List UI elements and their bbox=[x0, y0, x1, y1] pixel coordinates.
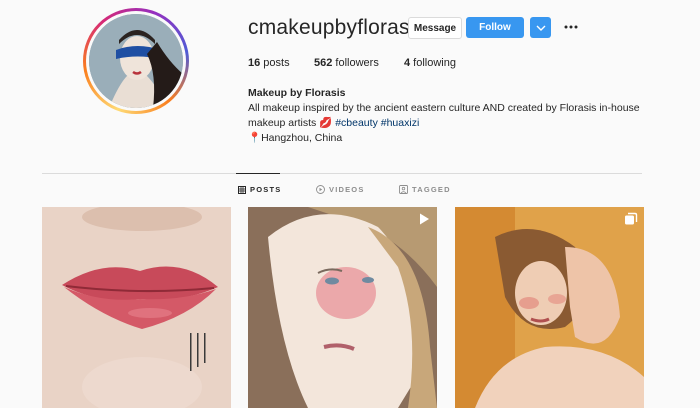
followers-count-value: 562 bbox=[314, 57, 333, 69]
grid-icon bbox=[238, 185, 246, 194]
avatar-photo bbox=[89, 14, 183, 108]
tagged-icon bbox=[399, 185, 408, 194]
bio-text-line: makeup artists 💋 #cbeauty #huaxizi bbox=[248, 116, 419, 131]
play-icon bbox=[420, 213, 429, 225]
more-options-button[interactable] bbox=[562, 18, 580, 36]
post-image bbox=[248, 207, 437, 408]
post-thumbnail[interactable] bbox=[248, 207, 437, 408]
post-image bbox=[42, 207, 231, 408]
avatar-ring[interactable] bbox=[83, 8, 189, 114]
more-options-icon bbox=[564, 25, 578, 29]
location-text: Hangzhou, China bbox=[261, 132, 343, 144]
multiple-images-icon bbox=[625, 212, 638, 225]
hashtag-link[interactable]: #huaxizi bbox=[381, 117, 420, 129]
tab-tagged[interactable]: TAGGED bbox=[399, 185, 451, 194]
posts-count-label: posts bbox=[260, 57, 290, 69]
tab-label: VIDEOS bbox=[329, 185, 365, 194]
followers-count[interactable]: 562 followers bbox=[314, 57, 379, 69]
bio-name: Makeup by Florasis bbox=[248, 87, 346, 99]
bio-text: makeup artists bbox=[248, 117, 320, 129]
lips-emoji-icon: 💋 bbox=[319, 117, 333, 129]
posts-count-value: 16 bbox=[248, 57, 261, 69]
follow-button[interactable]: Follow bbox=[466, 17, 524, 38]
tab-videos[interactable]: VIDEOS bbox=[316, 185, 365, 194]
followers-count-label: followers bbox=[332, 57, 379, 69]
post-thumbnail[interactable] bbox=[455, 207, 644, 408]
suggestions-dropdown-button[interactable] bbox=[530, 17, 551, 38]
active-tab-indicator bbox=[236, 173, 280, 174]
tabs-divider bbox=[42, 173, 642, 174]
hashtag-link[interactable]: #cbeauty bbox=[335, 117, 378, 129]
bio-location: 📍Hangzhou, China bbox=[248, 131, 342, 146]
tab-label: POSTS bbox=[250, 185, 282, 194]
video-icon bbox=[316, 185, 325, 194]
following-count-label: following bbox=[410, 57, 456, 69]
following-count[interactable]: 4 following bbox=[404, 57, 456, 69]
avatar-gap bbox=[86, 11, 186, 111]
post-thumbnail[interactable] bbox=[42, 207, 231, 408]
chevron-down-icon bbox=[536, 25, 545, 31]
tab-label: TAGGED bbox=[412, 185, 451, 194]
posts-count: 16 posts bbox=[248, 57, 290, 69]
avatar[interactable] bbox=[89, 14, 183, 108]
profile-username: cmakeupbyflorasis bbox=[248, 16, 426, 39]
message-button[interactable]: Message bbox=[408, 17, 462, 39]
bio-text-line: All makeup inspired by the ancient easte… bbox=[248, 102, 640, 114]
post-image bbox=[455, 207, 644, 408]
location-pin-icon: 📍 bbox=[248, 132, 262, 144]
tab-posts[interactable]: POSTS bbox=[238, 185, 281, 194]
